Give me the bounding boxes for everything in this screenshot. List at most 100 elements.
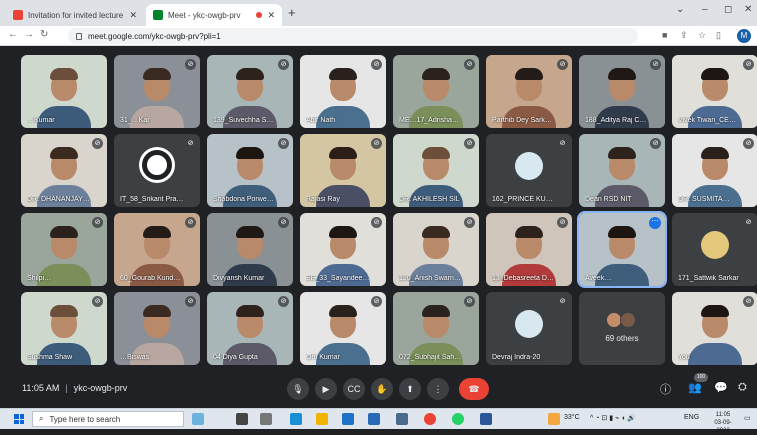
participant-tile[interactable]: 072_Subhajit Sah… ⊘ — [393, 292, 479, 365]
minimize-button[interactable]: – — [702, 4, 708, 15]
participant-tile[interactable]: 188_Aditya Raj C… ⊘ — [579, 55, 665, 128]
close-window-button[interactable]: ✕ — [744, 4, 752, 15]
whatsapp-icon[interactable] — [452, 413, 464, 425]
end-call-button[interactable]: ☎ — [459, 378, 489, 400]
captions-button[interactable]: CC — [343, 378, 365, 400]
mail-icon[interactable] — [368, 413, 380, 425]
maximize-button[interactable]: ◻ — [724, 4, 732, 15]
participant-tile[interactable]: 162_PRINCE KU… ⊘ — [486, 134, 572, 207]
participant-tile[interactable]: DR. DHANANJAY… ⊘ — [21, 134, 107, 207]
more-options-button[interactable]: ⋮ — [427, 378, 449, 400]
word-icon[interactable] — [480, 413, 492, 425]
participant-name: 171_Sattwik Sarkar — [678, 275, 739, 282]
participant-tile[interactable]: DR. SUSMITA… ⊘ — [672, 134, 757, 207]
participant-tile[interactable]: Divyansh Kumar ⊘ — [207, 213, 293, 286]
participant-tile[interactable]: You ⊘ — [672, 292, 757, 365]
participant-tile[interactable]: Sushma Shaw ⊘ — [21, 292, 107, 365]
store-icon[interactable] — [342, 413, 354, 425]
participant-name: Rajasi Ray — [306, 196, 340, 203]
windows-start-icon[interactable] — [14, 414, 24, 424]
tile-options-icon[interactable]: ⋯ — [649, 217, 661, 229]
participant-tile[interactable]: 60_Gourab Kund… ⊘ — [114, 213, 200, 286]
participant-tile[interactable]: Shabdona Porwe… ⊘ — [207, 134, 293, 207]
meeting-details-icon[interactable]: ⓘ — [660, 381, 671, 397]
participant-tile[interactable]: 13_Debasreeta D… ⊘ — [486, 213, 572, 286]
participant-name: DR. SUSMITA… — [678, 196, 730, 203]
participant-tile[interactable]: Vivek Tiwari_CE… ⊘ — [672, 55, 757, 128]
input-language[interactable]: ENG — [684, 414, 699, 421]
system-tray-icons[interactable]: ^ ◔ ⊡ ▮ ⌁ ◖ 🔊 — [590, 414, 636, 422]
new-tab-button[interactable]: + — [288, 5, 296, 20]
reload-icon[interactable]: ↻ — [40, 29, 48, 40]
participant-tile[interactable]: 31_…Kar ⊘ — [114, 55, 200, 128]
chat-icon[interactable]: 💬 — [714, 381, 728, 394]
file-explorer-icon[interactable] — [316, 413, 328, 425]
profile-avatar[interactable]: M — [737, 29, 751, 43]
participant-tile[interactable]: Parthib Dey Sark… ⊘ — [486, 55, 572, 128]
share-icon[interactable]: ⇪ — [680, 30, 688, 41]
cortana-icon[interactable] — [236, 413, 248, 425]
forward-icon[interactable]: → — [24, 29, 34, 40]
participant-name: …Biswas — [120, 354, 150, 361]
mic-off-icon: ⊘ — [464, 296, 475, 307]
close-tab-icon[interactable]: ✕ — [267, 10, 275, 21]
participant-name: 072_Subhajit Sah… — [399, 354, 462, 361]
participant-name: Devraj Indra-20 — [492, 354, 541, 361]
camera-status-icon[interactable]: ■ — [662, 30, 667, 40]
participant-tile[interactable]: Devraj Indra-20 ⊘ — [486, 292, 572, 365]
participant-tile[interactable]: Aveek… ⋯ — [577, 211, 667, 288]
camera-button[interactable]: ▶ — [315, 378, 337, 400]
participant-tile[interactable]: ME…17_Adrisha… ⊘ — [393, 55, 479, 128]
participant-hair — [422, 305, 450, 317]
raise-hand-button[interactable]: ✋ — [371, 378, 393, 400]
participant-tile[interactable]: Om Kumar ⊘ — [300, 292, 386, 365]
participant-tile[interactable]: Shilpi… ⊘ — [21, 213, 107, 286]
weather-widget-icon[interactable] — [192, 413, 204, 425]
participant-tile[interactable]: 171_Sattwik Sarkar ⊘ — [672, 213, 757, 286]
mic-off-icon: ⊘ — [185, 138, 196, 149]
weather-tray-icon[interactable] — [548, 413, 560, 425]
participant-tile[interactable]: 04 Diya Gupta ⊘ — [207, 292, 293, 365]
participant-avatar — [701, 231, 729, 259]
taskbar-clock[interactable]: 11:05 03-09-2022 — [708, 411, 738, 435]
url-field[interactable]: meet.google.com/ykc-owgb-prv?pli=1 — [68, 28, 638, 44]
activities-icon[interactable]: ⛭ — [738, 381, 747, 394]
task-view-icon[interactable] — [260, 413, 272, 425]
participant-hair — [608, 147, 636, 159]
participant-tile[interactable]: Rajasi Ray ⊘ — [300, 134, 386, 207]
people-icon[interactable]: 👥 — [688, 381, 702, 394]
participant-tile[interactable]: 120_Anish Swarn… ⊘ — [393, 213, 479, 286]
side-panel-icon[interactable]: ▯ — [716, 30, 721, 41]
edge-icon[interactable] — [290, 413, 302, 425]
participant-tile[interactable]: Abir Nath ⊘ — [300, 55, 386, 128]
tab-search-button[interactable]: ⌄ — [676, 4, 684, 15]
participant-tile[interactable]: IT_58_Srikant Pra… ⊘ — [114, 134, 200, 207]
present-button[interactable]: ⬆ — [399, 378, 421, 400]
participant-hair — [329, 68, 357, 80]
mic-button[interactable]: 🎙 — [287, 378, 309, 400]
participant-tile[interactable]: Dean RSD NIT ⊘ — [579, 134, 665, 207]
participant-tile[interactable]: …Kumar — [21, 55, 107, 128]
back-icon[interactable]: ← — [8, 29, 18, 40]
participant-tile[interactable]: 139_Suvechha S… ⊘ — [207, 55, 293, 128]
close-tab-icon[interactable]: ✕ — [129, 10, 137, 21]
tab-meet[interactable]: Meet - ykc-owgb-prv ✕ — [146, 4, 282, 26]
others-tile[interactable]: 69 others — [579, 292, 665, 365]
bookmark-star-icon[interactable]: ☆ — [698, 30, 706, 41]
participant-hair — [50, 147, 78, 159]
participant-tile[interactable]: DR. AKHILESH SIL ⊘ — [393, 134, 479, 207]
mic-off-icon: ⊘ — [371, 296, 382, 307]
mic-off-icon: ⊘ — [92, 138, 103, 149]
participant-tile[interactable]: …Biswas ⊘ — [114, 292, 200, 365]
participant-tile[interactable]: EE_33_Sayandee… ⊘ — [300, 213, 386, 286]
tab-gmail[interactable]: Invitation for invited lecture - ho ✕ — [6, 4, 144, 26]
participant-hair — [422, 68, 450, 80]
tab-title: Invitation for invited lecture - ho — [28, 10, 124, 20]
mic-off-icon: ⊘ — [464, 217, 475, 228]
mic-off-icon: ⊘ — [743, 296, 754, 307]
chrome-icon[interactable] — [424, 413, 436, 425]
participant-hair — [422, 147, 450, 159]
camera-app-icon[interactable] — [396, 413, 408, 425]
taskbar-search-box[interactable]: ⌕ Type here to search — [32, 411, 184, 427]
notification-icon[interactable]: ▭ — [744, 414, 751, 422]
